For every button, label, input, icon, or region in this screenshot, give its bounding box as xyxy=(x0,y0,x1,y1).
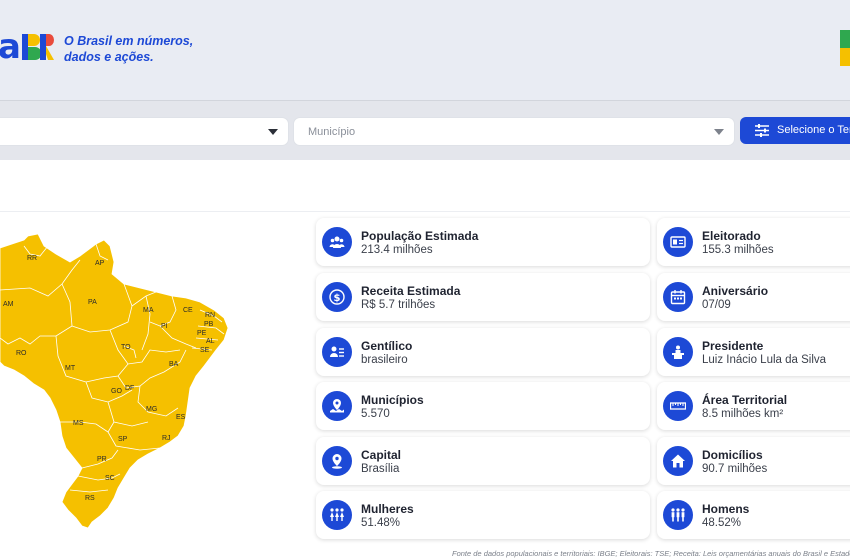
stat-value: 213.4 milhões xyxy=(361,244,433,256)
stat-title: População Estimada xyxy=(361,229,479,243)
select-territory-label: Selecione o Ter xyxy=(777,124,850,136)
logo-letter: a xyxy=(0,27,21,67)
section-divider xyxy=(0,211,850,212)
calendar-icon xyxy=(663,282,693,312)
header: a O Brasil em números, dados e ações. xyxy=(0,0,850,100)
state-label-PA: PA xyxy=(88,299,97,306)
state-label-AM: AM xyxy=(3,301,14,308)
select-territory-button[interactable]: Selecione o Ter xyxy=(740,117,850,144)
women-icon xyxy=(322,500,352,530)
stat-card-capital: Capital Brasília xyxy=(316,437,650,485)
state-label-GO: GO xyxy=(111,388,122,395)
municipio-select-placeholder: Município xyxy=(308,126,356,138)
state-label-DF: DF xyxy=(125,385,134,392)
stat-title: Domicílios xyxy=(702,448,763,462)
people-group-icon xyxy=(322,227,352,257)
brazil-map[interactable]: RR AP AM PA MA CE RN PB PE AL SE PI RO T… xyxy=(0,226,235,536)
stat-value: 5.570 xyxy=(361,408,390,420)
state-label-CE: CE xyxy=(183,307,193,314)
state-label-PI: PI xyxy=(161,323,168,330)
stat-card-mulheres: Mulheres 51.48% xyxy=(316,491,650,539)
stat-card-presidente: Presidente Luiz Inácio Lula da Silva xyxy=(657,328,850,376)
stat-value: 155.3 milhões xyxy=(702,244,774,256)
stat-value: 51.48% xyxy=(361,517,401,529)
stat-card-aniversario: Aniversário 07/09 xyxy=(657,273,850,321)
state-label-MG: MG xyxy=(146,406,157,413)
dollar-icon: $ xyxy=(322,282,352,312)
stat-title: Capital xyxy=(361,448,402,462)
stat-value: Luiz Inácio Lula da Silva xyxy=(702,354,827,366)
stat-card-eleitorado: Eleitorado 155.3 milhões xyxy=(657,218,850,266)
chevron-down-icon xyxy=(714,129,724,135)
house-icon xyxy=(663,446,693,476)
brand-logo-br[interactable] xyxy=(22,34,54,60)
state-label-RJ: RJ xyxy=(162,435,171,442)
state-label-PE: PE xyxy=(197,330,207,337)
id-card-icon xyxy=(322,337,352,367)
men-icon xyxy=(663,500,693,530)
state-label-AL: AL xyxy=(206,338,215,345)
estado-select[interactable] xyxy=(0,117,289,146)
state-label-PR: PR xyxy=(97,456,107,463)
stat-card-gentilico: Gentílico brasileiro xyxy=(316,328,650,376)
state-label-SP: SP xyxy=(118,436,128,443)
map-pin-icon xyxy=(322,446,352,476)
stat-value: 07/09 xyxy=(702,299,731,311)
state-label-ES: ES xyxy=(176,414,186,421)
filter-sliders-icon xyxy=(755,124,769,137)
state-label-SC: SC xyxy=(105,475,115,482)
filter-bar: Município xyxy=(0,100,850,160)
state-label-SE: SE xyxy=(200,347,210,354)
stat-title: Área Territorial xyxy=(702,393,788,407)
state-label-MA: MA xyxy=(143,307,154,314)
stat-card-area: Área Territorial 8.5 milhões km² xyxy=(657,382,850,430)
stat-title: Receita Estimada xyxy=(361,284,461,298)
stat-card-municipios: Municípios 5.570 xyxy=(316,382,650,430)
voter-id-icon xyxy=(663,227,693,257)
stat-title: Mulheres xyxy=(361,502,414,516)
stat-title: Homens xyxy=(702,502,750,516)
gov-flag-logo[interactable] xyxy=(840,30,850,66)
stat-value: Brasília xyxy=(361,463,400,475)
stat-value: 90.7 milhões xyxy=(702,463,768,475)
state-label-AP: AP xyxy=(95,260,105,267)
state-label-BA: BA xyxy=(169,361,179,368)
stat-title: Gentílico xyxy=(361,339,413,353)
stat-card-domicilios: Domicílios 90.7 milhões xyxy=(657,437,850,485)
state-label-RS: RS xyxy=(85,495,95,502)
map-pins-icon xyxy=(322,391,352,421)
tagline-line-2: dados e ações. xyxy=(64,50,154,64)
state-label-TO: TO xyxy=(121,344,131,351)
state-label-PB: PB xyxy=(204,321,214,328)
stat-card-homens: Homens 48.52% xyxy=(657,491,850,539)
municipio-select[interactable]: Município xyxy=(293,117,735,146)
stat-title: Aniversário xyxy=(702,284,769,298)
ruler-icon xyxy=(663,391,693,421)
state-label-RN: RN xyxy=(205,312,215,319)
stat-card-populacao: População Estimada 213.4 milhões xyxy=(316,218,650,266)
stat-title: Eleitorado xyxy=(702,229,761,243)
stat-title: Presidente xyxy=(702,339,764,353)
brazil-map-outline xyxy=(0,233,229,529)
stat-value: R$ 5.7 trilhões xyxy=(361,299,436,311)
stat-card-receita: $ Receita Estimada R$ 5.7 trilhões xyxy=(316,273,650,321)
stat-value: 48.52% xyxy=(702,517,742,529)
state-label-MS: MS xyxy=(73,420,84,427)
data-source-note: Fonte de dados populacionais e territori… xyxy=(452,549,850,558)
tagline-line-1: O Brasil em números, xyxy=(64,34,194,48)
stat-title: Municípios xyxy=(361,393,424,407)
state-label-RO: RO xyxy=(16,350,27,357)
svg-text:$: $ xyxy=(334,293,341,304)
state-label-MT: MT xyxy=(65,365,76,372)
chevron-down-icon xyxy=(268,129,278,135)
podium-icon xyxy=(663,337,693,367)
state-label-RR: RR xyxy=(27,255,37,262)
stat-value: 8.5 milhões km² xyxy=(702,408,784,420)
tagline: O Brasil em números, dados e ações. xyxy=(64,33,193,65)
stat-value: brasileiro xyxy=(361,354,408,366)
